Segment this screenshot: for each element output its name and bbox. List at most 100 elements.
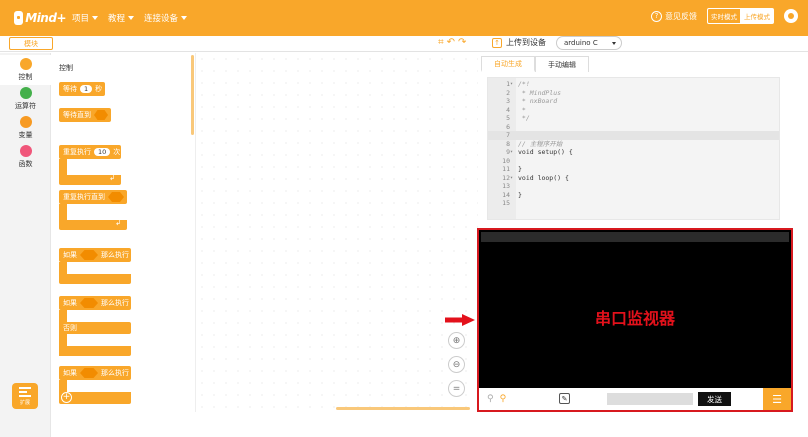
code-line[interactable]: 1 ▾/*! bbox=[488, 80, 779, 89]
fold-arrow-icon[interactable]: ▾ bbox=[510, 174, 513, 183]
fold-arrow-icon[interactable]: ▾ bbox=[510, 80, 513, 89]
block-foot bbox=[59, 346, 131, 356]
palette-scrollbar[interactable] bbox=[191, 55, 194, 135]
clear-icon[interactable]: ✎ bbox=[559, 393, 570, 404]
tab-manual-edit[interactable]: 手动编辑 bbox=[535, 56, 589, 72]
category-functions[interactable]: 函数 bbox=[0, 142, 51, 172]
condition-slot[interactable] bbox=[80, 298, 98, 308]
condition-slot[interactable] bbox=[80, 368, 98, 378]
block-if-else-head: 如果 那么执行 bbox=[59, 296, 131, 310]
block-if-else[interactable]: 如果 那么执行 否则 bbox=[59, 296, 131, 356]
block-label: 重复执行 bbox=[63, 148, 91, 156]
block-label: 否则 bbox=[63, 324, 77, 332]
chevron-down-icon bbox=[128, 16, 135, 20]
block-wait-until[interactable]: 等待直到 bbox=[59, 108, 111, 122]
board-select-value: arduino C bbox=[564, 39, 598, 47]
code-line[interactable]: 12 ▾ void loop() { bbox=[488, 174, 779, 183]
block-repeat[interactable]: 重复执行 10 次 ↲ bbox=[59, 145, 121, 187]
realtime-mode-button[interactable]: 实时模式 bbox=[707, 8, 740, 24]
code-tabs: 自动生成 手动编辑 bbox=[481, 56, 589, 72]
usb-icon[interactable]: ⚲ bbox=[487, 394, 494, 404]
mindplus-app: Mind+ 项目 教程 连接设备 ? 意见反馈 实时模式 上传模式 模块 ⌗ ↶… bbox=[0, 0, 808, 437]
block-label: 次 bbox=[113, 148, 121, 156]
upload-button[interactable]: ↑ 上传到设备 bbox=[492, 37, 546, 48]
undo-icon[interactable]: ↶ bbox=[447, 37, 455, 48]
condition-slot[interactable] bbox=[108, 192, 124, 202]
category-variables[interactable]: 变量 bbox=[0, 113, 51, 143]
block-if[interactable]: 如果 那么执行 bbox=[59, 248, 131, 284]
condition-slot[interactable] bbox=[80, 250, 98, 260]
category-dot-icon bbox=[19, 87, 32, 99]
code-line[interactable]: 11} bbox=[488, 165, 779, 174]
workspace-tools: ⌗ ↶ ↷ bbox=[438, 37, 469, 48]
block-input[interactable]: 10 bbox=[94, 148, 111, 156]
usb-connected-icon[interactable]: ⚲ bbox=[500, 394, 507, 404]
board-select[interactable]: arduino C bbox=[556, 36, 622, 50]
code-editor[interactable]: 1 ▾/*! 2 * MindPlus 3 * nxBoard 4 * 5 */6 7 8//… bbox=[487, 77, 780, 220]
code-line[interactable]: 4 * bbox=[488, 106, 779, 115]
serial-input[interactable] bbox=[607, 393, 693, 405]
condition-slot[interactable] bbox=[94, 110, 108, 120]
code-line[interactable]: 5 */ bbox=[488, 114, 779, 123]
script-workspace[interactable] bbox=[195, 53, 478, 412]
menu-project[interactable]: 项目 bbox=[72, 12, 99, 24]
menu-connect-device[interactable]: 连接设备 bbox=[144, 12, 188, 24]
help-icon[interactable]: ? bbox=[651, 10, 662, 22]
zoom-in-icon[interactable]: ⊕ bbox=[448, 332, 465, 349]
code-line[interactable]: 6 bbox=[488, 123, 779, 132]
serial-monitor-title: 串口监视器 bbox=[594, 309, 675, 328]
code-line[interactable]: 8 // 主程序开始 bbox=[488, 140, 779, 149]
code-line[interactable]: 2 * MindPlus bbox=[488, 89, 779, 98]
send-button[interactable]: 发送 bbox=[698, 392, 731, 406]
block-foot bbox=[59, 274, 131, 284]
list-menu-icon[interactable]: ☰ bbox=[763, 388, 791, 410]
code-line[interactable]: 7 bbox=[488, 131, 779, 140]
fold-arrow-icon[interactable]: ▾ bbox=[510, 148, 513, 157]
block-repeat-until[interactable]: 重复执行直到 ↲ bbox=[59, 190, 127, 232]
feedback-link[interactable]: 意见反馈 bbox=[665, 11, 697, 22]
code-line[interactable]: 14} bbox=[488, 191, 779, 200]
block-wait[interactable]: 等待 1 秒 bbox=[59, 82, 105, 96]
crop-icon[interactable]: ⌗ bbox=[438, 37, 444, 48]
top-bar: Mind+ 项目 教程 连接设备 ? 意见反馈 实时模式 上传模式 bbox=[0, 0, 808, 36]
menu-tutorial-label: 教程 bbox=[108, 14, 126, 24]
tab-auto-generate[interactable]: 自动生成 bbox=[481, 56, 535, 72]
extensions-label: 扩展 bbox=[19, 400, 30, 406]
line-number: 8 bbox=[506, 139, 510, 148]
menu-tutorial[interactable]: 教程 bbox=[108, 12, 135, 24]
block-else: 否则 bbox=[59, 322, 131, 334]
top-right-actions: ? 意见反馈 实时模式 上传模式 bbox=[651, 8, 798, 24]
category-control[interactable]: 控制 bbox=[0, 55, 51, 85]
code-line[interactable]: 3 * nxBoard bbox=[488, 97, 779, 106]
line-number: 7 bbox=[506, 131, 510, 139]
code-line[interactable]: 10 bbox=[488, 157, 779, 166]
main-menu: 项目 教程 连接设备 bbox=[72, 12, 197, 24]
tab-modules[interactable]: 模块 bbox=[9, 37, 53, 50]
zoom-reset-icon[interactable]: = bbox=[448, 380, 465, 397]
block-input[interactable]: 1 bbox=[80, 85, 93, 93]
palette-title: 控制 bbox=[59, 64, 73, 72]
code-line[interactable]: 15 bbox=[488, 199, 779, 208]
code-line[interactable]: 9 ▾ void setup() { bbox=[488, 148, 779, 157]
code-text: void loop() { bbox=[518, 173, 569, 182]
block-label: 重复执行直到 bbox=[63, 193, 105, 201]
serial-monitor: 串口监视器 ⚲ ⚲ ✎ 发送 ☰ bbox=[477, 228, 793, 412]
gear-icon[interactable] bbox=[784, 9, 798, 23]
block-if-2[interactable]: 如果 那么执行 + bbox=[59, 366, 131, 406]
menu-project-label: 项目 bbox=[72, 14, 90, 24]
redo-icon[interactable]: ↷ bbox=[458, 37, 466, 48]
code-line[interactable]: 13 bbox=[488, 182, 779, 191]
workspace-scrollbar[interactable] bbox=[336, 407, 470, 410]
block-label: 等待直到 bbox=[63, 111, 91, 119]
serial-output: 串口监视器 bbox=[479, 230, 791, 388]
upload-mode-button[interactable]: 上传模式 bbox=[740, 8, 774, 24]
add-icon[interactable]: + bbox=[61, 392, 72, 403]
chevron-down-icon bbox=[612, 42, 616, 45]
zoom-out-icon[interactable]: ⊖ bbox=[448, 356, 465, 373]
category-operators[interactable]: 运算符 bbox=[0, 84, 51, 114]
extensions-icon bbox=[19, 387, 31, 397]
extensions-button[interactable]: 扩展 bbox=[12, 383, 38, 409]
